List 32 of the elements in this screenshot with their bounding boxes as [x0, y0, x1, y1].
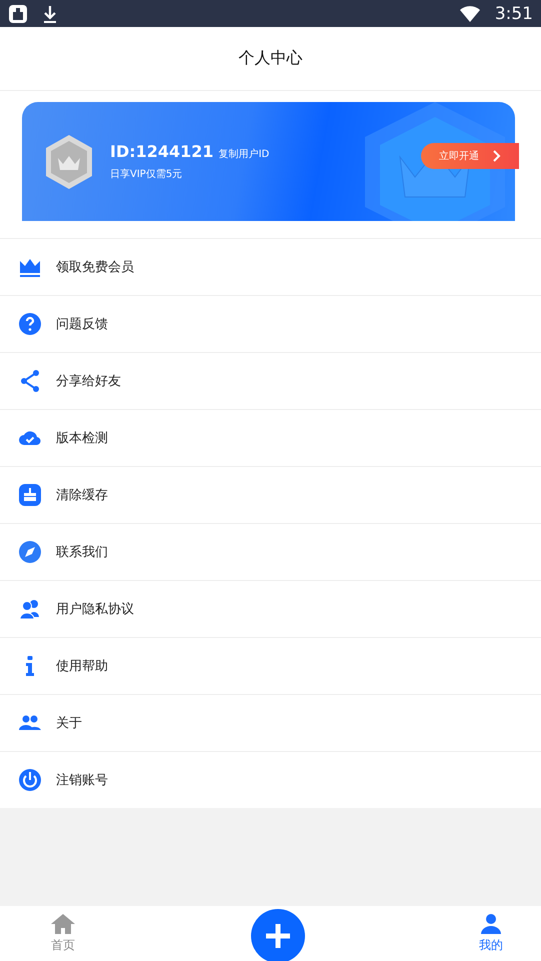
menu-item[interactable]: 清除缓存: [0, 467, 541, 524]
tab-item[interactable]: 我的: [479, 913, 503, 954]
download-icon: [42, 4, 58, 24]
user-id: ID:1244121: [110, 142, 214, 161]
tab-item[interactable]: 首页: [50, 913, 76, 954]
plus-icon: [264, 922, 292, 950]
menu-item[interactable]: 用户隐私协议: [0, 581, 541, 638]
chevron-right-icon: [493, 150, 501, 162]
compass-icon: [18, 540, 42, 564]
status-time: 3:51: [494, 4, 533, 24]
menu-item[interactable]: 领取免费会员: [0, 239, 541, 296]
power-icon: [18, 768, 42, 792]
person-icon: [480, 913, 502, 935]
menu-item[interactable]: 注销账号: [0, 752, 541, 808]
crown-badge-icon: [44, 134, 94, 190]
menu-item[interactable]: 使用帮助: [0, 638, 541, 695]
wifi-icon: [458, 4, 481, 22]
home-icon: [50, 913, 76, 935]
users-icon: [18, 597, 42, 621]
menu-item[interactable]: 联系我们: [0, 524, 541, 581]
menu-item[interactable]: 关于: [0, 695, 541, 752]
copy-id-link[interactable]: 复制用户ID: [218, 147, 270, 161]
menu-item[interactable]: 问题反馈: [0, 296, 541, 353]
add-button[interactable]: [250, 908, 304, 961]
app-notification-icon: [8, 4, 28, 24]
question-icon: [18, 312, 42, 336]
vip-promo-text: 日享VIP仅需5元: [110, 168, 184, 181]
menu-item[interactable]: 版本检测: [0, 410, 541, 467]
menu-item[interactable]: 分享给好友: [0, 353, 541, 410]
broom-icon: [18, 483, 42, 507]
share-icon: [18, 369, 42, 393]
page-title: 个人中心: [238, 48, 302, 69]
